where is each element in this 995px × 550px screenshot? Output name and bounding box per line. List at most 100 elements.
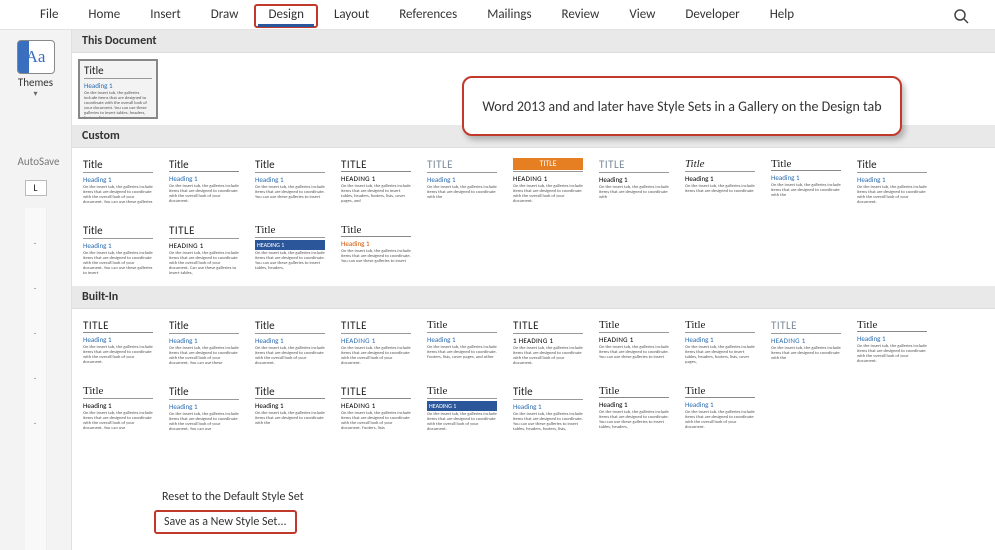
- tile-title: Title: [169, 158, 239, 172]
- tile-title: Title: [599, 158, 669, 171]
- style-set-tile[interactable]: TitleHeading 1On the Insert tab, the gal…: [164, 381, 244, 441]
- style-set-tile[interactable]: TitleHeading 1On the Insert tab, the gal…: [78, 381, 158, 441]
- tile-heading: Heading 1: [341, 239, 411, 248]
- tile-heading: Heading 1: [83, 401, 153, 410]
- save-new-style-set[interactable]: Save as a New Style Set...: [154, 510, 297, 534]
- tile-title: Title: [83, 224, 153, 237]
- style-set-tile[interactable]: TitleHeading 1On the Insert tab, the gal…: [250, 154, 330, 214]
- themes-button[interactable]: Aa Themes ▾: [17, 36, 55, 99]
- style-set-tile[interactable]: Title Heading 1On the Insert tab, the gal…: [852, 315, 932, 375]
- style-set-tile[interactable]: TitleHEADING 1On the Insert tab, the gal…: [250, 220, 330, 280]
- style-set-tile[interactable]: TitleHeading 1On the Insert tab, the gal…: [594, 315, 674, 375]
- style-set-tile[interactable]: TitleHeading 1On the Insert tab, the gal…: [78, 154, 158, 214]
- style-set-tile[interactable]: TitleHeading 1On the Insert tab, the gal…: [680, 381, 760, 441]
- themes-label: Themes: [18, 76, 53, 89]
- tile-heading: Heading 1: [169, 241, 239, 250]
- ribbon-tab-review[interactable]: Review: [548, 4, 614, 28]
- style-set-tile[interactable]: TitleHeading 1On the Insert tab, the gal…: [680, 315, 760, 375]
- ribbon-tab-file[interactable]: File: [26, 4, 72, 28]
- tile-title: Title: [341, 224, 411, 237]
- tile-heading: Heading 1: [83, 241, 153, 250]
- style-set-tile[interactable]: TitleHeading 1On the Insert tab, the gal…: [164, 154, 244, 214]
- style-set-tile[interactable]: TitleHeading 1On the Insert tab, the gal…: [766, 154, 846, 214]
- style-set-tile[interactable]: TitleHeading 1On the Insert tab, the gal…: [78, 59, 158, 119]
- style-set-tile[interactable]: TitleHeading 1On the Insert tab, the gal…: [508, 381, 588, 441]
- tile-title: Title: [169, 385, 239, 398]
- ribbon-tab-layout[interactable]: Layout: [320, 4, 383, 28]
- tile-heading: 1 Heading 1: [513, 336, 583, 345]
- tile-title: Title: [427, 385, 497, 397]
- ribbon-tab-mailings[interactable]: Mailings: [473, 4, 545, 28]
- ribbon-tab-developer[interactable]: Developer: [671, 4, 753, 28]
- search-icon[interactable]: [953, 8, 969, 24]
- tile-heading: Heading 1: [771, 336, 841, 345]
- style-set-tile[interactable]: TitleHeading 1On the Insert tab, the gal…: [422, 315, 502, 375]
- main-area: Aa Themes ▾ AutoSave L ----- Word 2013 a…: [0, 30, 995, 550]
- style-set-tile[interactable]: TitleHeading 1On the Insert tab, the gal…: [680, 154, 760, 214]
- ruler-tick: -: [34, 283, 37, 294]
- style-set-tile[interactable]: TitleHeading 1On the Insert tab, the gal…: [766, 315, 846, 375]
- tab-stop-button[interactable]: L: [25, 180, 47, 196]
- style-set-tile[interactable]: TitleHeading 1On the Insert tab, the gal…: [250, 315, 330, 375]
- tile-divider: [83, 238, 153, 239]
- style-set-tile[interactable]: Title1 Heading 1On the Insert tab, the g…: [508, 315, 588, 375]
- ribbon-tab-home[interactable]: Home: [74, 4, 134, 28]
- ribbon-tab-design[interactable]: Design: [254, 4, 317, 28]
- style-set-tile[interactable]: TitleHeading 1On the Insert tab, the gal…: [164, 220, 244, 280]
- reset-default-style-set[interactable]: Reset to the Default Style Set: [144, 486, 995, 508]
- ribbon-tab-references[interactable]: References: [385, 4, 471, 28]
- style-set-tile[interactable]: TitleHeading 1On the Insert tab, the gal…: [164, 315, 244, 375]
- style-set-tile[interactable]: TitleHeading 1On the Insert tab, the gal…: [78, 315, 158, 375]
- tile-divider: [599, 332, 669, 333]
- style-set-tile[interactable]: TitleHeading 1On the Insert tab, the gal…: [594, 381, 674, 441]
- ribbon-tab-insert[interactable]: Insert: [136, 4, 195, 28]
- tile-heading: Heading 1: [341, 336, 411, 345]
- ribbon-tab-view[interactable]: View: [615, 4, 669, 28]
- style-set-gallery: Word 2013 and and later have Style Sets …: [72, 30, 995, 550]
- tile-title: Title: [599, 319, 669, 331]
- ribbon-tab-help[interactable]: Help: [756, 4, 808, 28]
- tile-body: On the Insert tab, the galleries include…: [255, 251, 325, 271]
- tile-heading: Heading 1: [169, 402, 239, 411]
- tile-body: On the Insert tab, the galleries include…: [599, 185, 669, 200]
- tile-heading: Heading 1: [83, 175, 153, 184]
- tile-body: On the Insert tab, the galleries include…: [857, 344, 927, 364]
- tile-body: On the Insert tab, the galleries include…: [513, 184, 583, 204]
- style-set-tile[interactable]: TitleHeading 1On the Insert tab, the gal…: [336, 315, 416, 375]
- tile-title: Title: [169, 224, 239, 237]
- tile-title: Title: [513, 158, 583, 170]
- tile-title: Title: [771, 319, 841, 332]
- callout-text: Word 2013 and and later have Style Sets …: [482, 98, 881, 115]
- ruler-tick: -: [34, 238, 37, 249]
- ruler-tick: -: [34, 373, 37, 384]
- style-set-tile[interactable]: TitleHeading 1On the Insert tab, the gal…: [336, 154, 416, 214]
- style-set-tile[interactable]: TitleHeading 1On the Insert tab, the gal…: [336, 381, 416, 441]
- style-set-tile[interactable]: TitleHeading 1On the Insert tab, the gal…: [336, 220, 416, 280]
- tile-heading: Heading 1: [341, 174, 411, 183]
- style-set-tile[interactable]: TitleHeading 1On the Insert tab, the gal…: [78, 220, 158, 280]
- tile-heading: Heading 1: [857, 334, 927, 343]
- tile-title: Title: [84, 64, 152, 77]
- tile-title: Title: [857, 319, 927, 332]
- tile-body: On the Insert tab, the galleries include…: [255, 185, 325, 200]
- ribbon-tab-draw[interactable]: Draw: [197, 4, 253, 28]
- tile-title: Title: [83, 385, 153, 397]
- style-set-tile[interactable]: TitleHeading 1On the Insert tab, the gal…: [422, 154, 502, 214]
- style-set-tile[interactable]: TitleHeading 1On the Insert tab, the gal…: [852, 154, 932, 214]
- tile-title: Title: [685, 385, 755, 398]
- gallery-footer: Reset to the Default Style Set Save as a…: [144, 482, 995, 538]
- section-header-this-document: This Document: [72, 30, 995, 53]
- vertical-ruler: -----: [25, 208, 47, 550]
- tile-heading: Heading 1: [685, 174, 755, 183]
- tile-heading: Heading 1: [685, 335, 755, 344]
- tile-heading: Heading 1: [513, 402, 583, 411]
- tile-body: On the Insert tab, the galleries include…: [255, 346, 325, 366]
- autosave-label: AutoSave: [12, 155, 60, 168]
- style-set-tile[interactable]: TitleHeading 1On the Insert tab, the gal…: [594, 154, 674, 214]
- style-set-tile[interactable]: TitleHeading 1On the Insert tab, the gal…: [508, 154, 588, 214]
- style-set-tile[interactable]: TitleHeading 1On the Insert tab, the gal…: [250, 381, 330, 441]
- tile-title: Title: [83, 319, 153, 333]
- tile-divider: [341, 333, 411, 334]
- style-set-tile[interactable]: TitleHEADING 1On the Insert tab, the gal…: [422, 381, 502, 441]
- tile-title: Title: [255, 158, 325, 171]
